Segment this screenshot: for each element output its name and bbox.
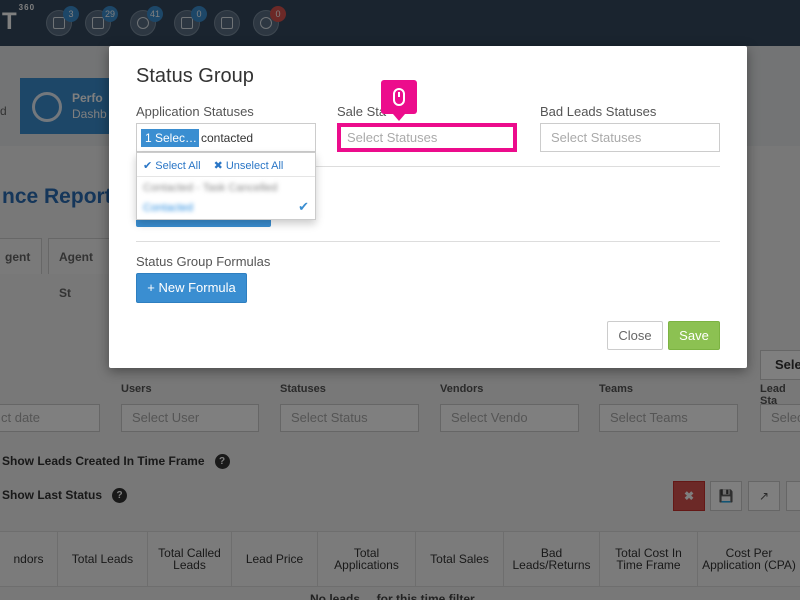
close-button[interactable]: Close: [607, 321, 663, 350]
sale-statuses-label: Sale Sta: [337, 104, 387, 119]
application-statuses-label: Application Statuses: [136, 104, 254, 119]
check-icon: ✔: [298, 199, 309, 214]
select-all-link[interactable]: ✔ Select All: [143, 160, 201, 172]
unselect-all-link[interactable]: ✖ Unselect All: [214, 160, 284, 172]
sale-statuses-select[interactable]: Select Statuses: [337, 123, 517, 152]
click-indicator: [381, 80, 417, 121]
application-statuses-dropdown: ✔ Select All ✖ Unselect All Contacted - …: [136, 152, 316, 220]
search-input[interactable]: contacted: [201, 129, 253, 147]
divider: [137, 176, 315, 177]
dropdown-option[interactable]: Contacted - Task Cancelled: [143, 179, 309, 197]
bad-leads-statuses-label: Bad Leads Statuses: [540, 104, 657, 119]
select-placeholder: Select Statuses: [551, 130, 642, 145]
dropdown-actions: ✔ Select All ✖ Unselect All: [143, 159, 293, 172]
divider: [136, 241, 720, 242]
status-group-modal: Status Group Application Statuses Sale S…: [109, 46, 747, 368]
formulas-label: Status Group Formulas: [136, 254, 271, 269]
new-formula-button[interactable]: + New Formula: [136, 273, 247, 303]
selected-count-chip[interactable]: 1 Selec…: [141, 129, 199, 147]
application-statuses-select[interactable]: 1 Selec… contacted: [136, 123, 316, 152]
modal-title: Status Group: [136, 65, 254, 87]
select-placeholder: Select Statuses: [347, 130, 438, 145]
mouse-icon: [393, 88, 405, 106]
save-button[interactable]: Save: [668, 321, 720, 350]
bad-leads-statuses-select[interactable]: Select Statuses: [540, 123, 720, 152]
dropdown-option-selected[interactable]: Contacted: [143, 199, 309, 217]
